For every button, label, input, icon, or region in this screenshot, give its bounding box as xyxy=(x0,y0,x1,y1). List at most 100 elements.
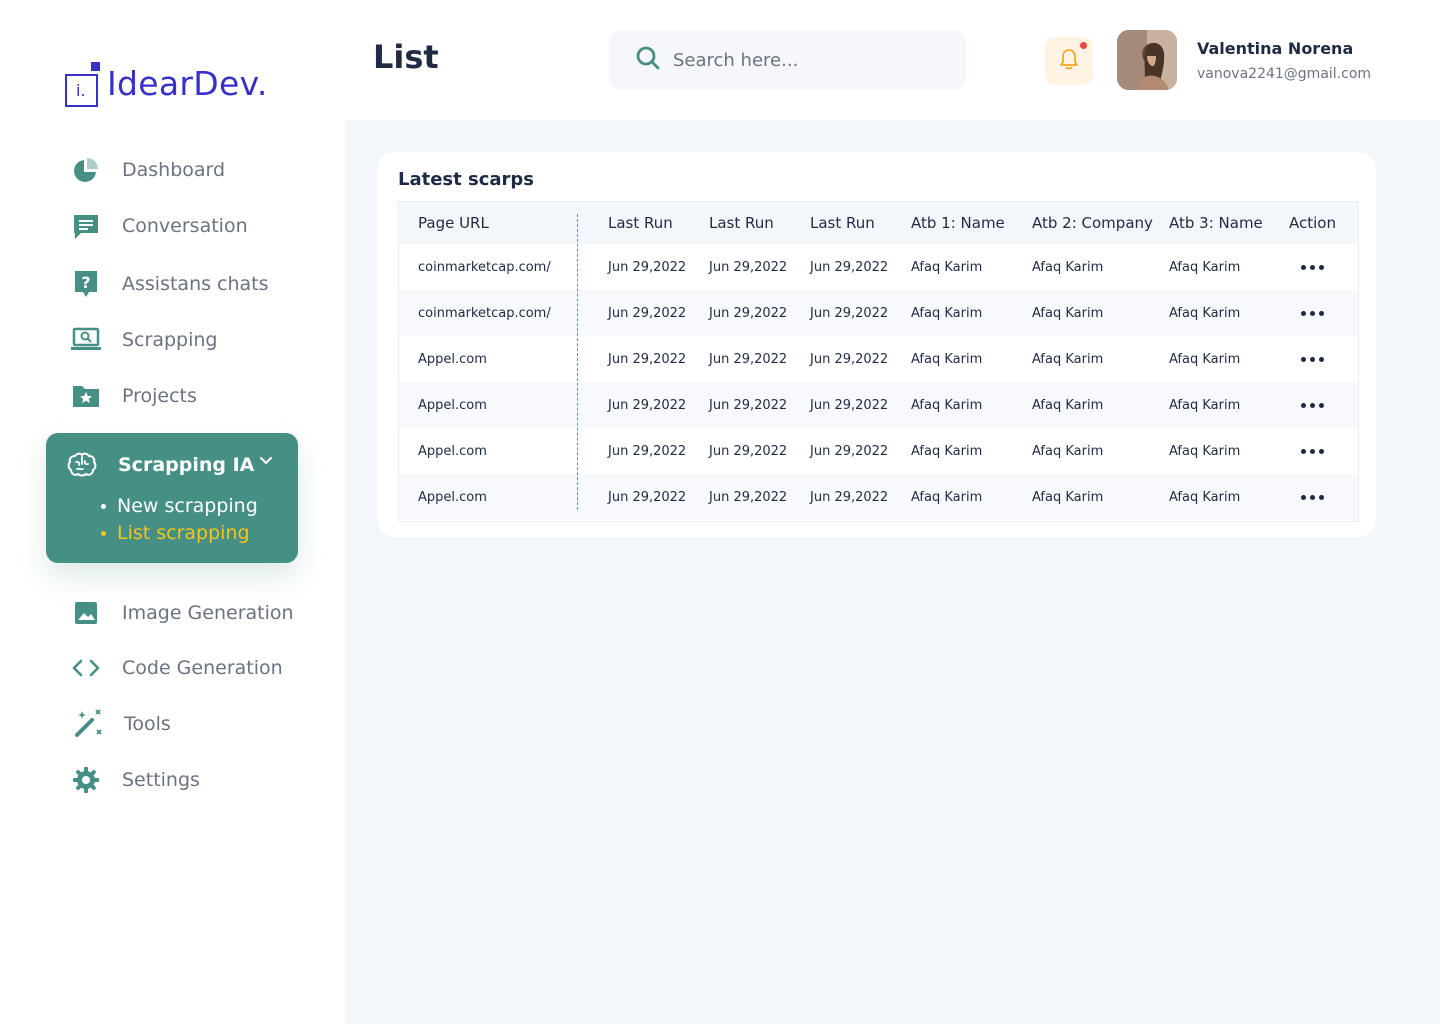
submenu-item-new-scrapping[interactable]: New scrapping xyxy=(101,495,258,517)
table-cell: Afaq Karim xyxy=(911,259,983,275)
sidebar-item-scrapping-ia[interactable]: Scrapping IA xyxy=(66,449,272,481)
more-horizontal-icon[interactable] xyxy=(1301,310,1324,316)
sidebar-item-label: Settings xyxy=(122,769,200,791)
table-cell: Afaq Karim xyxy=(1169,259,1241,275)
table-header-row: Page URL Last Run Last Run Last Run Atb … xyxy=(399,202,1358,244)
sidebar-item-image-generation[interactable]: Image Generation xyxy=(70,597,294,629)
table-cell: Jun 29,2022 xyxy=(608,443,687,459)
column-header: Action xyxy=(1289,214,1336,232)
row-action-cell xyxy=(1301,336,1324,382)
chat-icon xyxy=(70,210,102,242)
sidebar-item-label: Assistans chats xyxy=(122,273,269,295)
page-url-cell[interactable]: Appel.com xyxy=(418,474,487,520)
chevron-down-icon[interactable] xyxy=(258,453,274,473)
bullet-icon xyxy=(101,503,106,509)
table-cell: Jun 29,2022 xyxy=(709,305,788,321)
sidebar-item-assistans-chats[interactable]: ? Assistans chats xyxy=(70,268,269,300)
table-cell: Afaq Karim xyxy=(1032,489,1104,505)
more-horizontal-icon[interactable] xyxy=(1301,448,1324,454)
sidebar-item-label: Conversation xyxy=(122,215,248,237)
latest-scraps-card: Latest scarps Page URL Last Run Last Run… xyxy=(377,152,1376,537)
column-header: Last Run xyxy=(810,214,875,232)
scraps-table: Page URL Last Run Last Run Last Run Atb … xyxy=(398,201,1359,522)
sidebar-item-projects[interactable]: Projects xyxy=(70,380,197,412)
pie-chart-icon xyxy=(70,154,102,186)
table-cell: Jun 29,2022 xyxy=(709,259,788,275)
sidebar-item-scrapping[interactable]: Scrapping xyxy=(70,324,217,356)
notification-badge xyxy=(1080,42,1087,49)
bullet-icon xyxy=(101,530,106,536)
sidebar-item-label: Dashboard xyxy=(122,159,226,181)
table-cell: Jun 29,2022 xyxy=(810,351,889,367)
column-header: Last Run xyxy=(608,214,673,232)
more-horizontal-icon[interactable] xyxy=(1301,264,1324,270)
table-cell: Jun 29,2022 xyxy=(709,443,788,459)
column-header: Atb 1: Name xyxy=(911,214,1005,232)
column-divider xyxy=(577,214,578,510)
sidebar-item-label: Image Generation xyxy=(122,602,294,624)
sidebar-item-label: Code Generation xyxy=(122,657,283,679)
table-cell: Jun 29,2022 xyxy=(709,397,788,413)
table-cell: Jun 29,2022 xyxy=(810,489,889,505)
logo-mark-icon: i. xyxy=(64,62,100,107)
table-cell: Afaq Karim xyxy=(1032,305,1104,321)
image-icon xyxy=(70,597,102,629)
row-action-cell xyxy=(1301,382,1324,428)
table-cell: Afaq Karim xyxy=(911,305,983,321)
table-row[interactable]: Appel.com Jun 29,2022 Jun 29,2022 Jun 29,20… xyxy=(399,336,1358,382)
brand-name: IdearDev. xyxy=(107,64,268,103)
submenu-item-list-scrapping[interactable]: List scrapping xyxy=(101,522,250,544)
table-row[interactable]: Appel.com Jun 29,2022 Jun 29,2022 Jun 29,20… xyxy=(399,474,1358,520)
table-cell: Afaq Karim xyxy=(911,489,983,505)
page-url-cell[interactable]: coinmarketcap.com/ xyxy=(418,290,551,336)
page-url-cell[interactable]: Appel.com xyxy=(418,428,487,474)
sidebar-item-dashboard[interactable]: Dashboard xyxy=(70,154,225,186)
table-cell: Afaq Karim xyxy=(1169,351,1241,367)
more-horizontal-icon[interactable] xyxy=(1301,356,1324,362)
sidebar-item-tools[interactable]: Tools xyxy=(70,708,171,740)
table-cell: Jun 29,2022 xyxy=(608,259,687,275)
sidebar-item-settings[interactable]: Settings xyxy=(70,764,200,796)
submenu-item-label: New scrapping xyxy=(117,495,258,517)
table-cell: Jun 29,2022 xyxy=(810,397,889,413)
table-cell: Jun 29,2022 xyxy=(810,443,889,459)
brain-icon xyxy=(66,449,98,481)
table-row[interactable]: Appel.com Jun 29,2022 Jun 29,2022 Jun 29,20… xyxy=(399,382,1358,428)
table-cell: Afaq Karim xyxy=(1032,259,1104,275)
table-cell: Jun 29,2022 xyxy=(709,489,788,505)
sidebar-item-code-generation[interactable]: Code Generation xyxy=(70,652,283,684)
svg-text:?: ? xyxy=(81,273,90,292)
table-cell: Jun 29,2022 xyxy=(608,305,687,321)
table-cell: Afaq Karim xyxy=(1169,397,1241,413)
card-title: Latest scarps xyxy=(398,169,535,190)
code-icon xyxy=(70,652,102,684)
table-cell: Afaq Karim xyxy=(911,351,983,367)
page-url-cell[interactable]: Appel.com xyxy=(418,336,487,382)
table-cell: Afaq Karim xyxy=(1032,397,1104,413)
page-url-cell[interactable]: coinmarketcap.com/ xyxy=(418,244,551,290)
row-action-cell xyxy=(1301,474,1324,520)
table-row[interactable]: coinmarketcap.com/Jun 29,2022 Jun 29,2022… xyxy=(399,290,1358,336)
sidebar-item-conversation[interactable]: Conversation xyxy=(70,210,248,242)
search-input[interactable] xyxy=(673,49,933,71)
more-horizontal-icon[interactable] xyxy=(1301,402,1324,408)
sidebar-item-label: Tools xyxy=(124,713,171,735)
search-bar[interactable] xyxy=(609,30,966,90)
table-cell: Jun 29,2022 xyxy=(709,351,788,367)
bell-icon xyxy=(1058,47,1080,75)
sidebar: i. IdearDev. Dashboard Conversation ? As… xyxy=(0,0,345,1024)
more-horizontal-icon[interactable] xyxy=(1301,494,1324,500)
notifications-button[interactable] xyxy=(1045,37,1093,85)
sidebar-group-scrapping-ia: Scrapping IA New scrapping List scrappin… xyxy=(46,433,298,563)
table-cell: Afaq Karim xyxy=(911,443,983,459)
user-avatar[interactable] xyxy=(1117,30,1177,90)
table-row[interactable]: Appel.com Jun 29,2022 Jun 29,2022 Jun 29,20… xyxy=(399,428,1358,474)
table-cell: Afaq Karim xyxy=(1032,351,1104,367)
user-name: Valentina Norena xyxy=(1197,39,1354,58)
table-cell: Jun 29,2022 xyxy=(810,259,889,275)
table-row[interactable]: coinmarketcap.com/Jun 29,2022 Jun 29,2022… xyxy=(399,244,1358,290)
brand-logo[interactable]: i. IdearDev. xyxy=(64,62,268,107)
table-cell: Jun 29,2022 xyxy=(608,351,687,367)
sidebar-item-label: Projects xyxy=(122,385,197,407)
page-url-cell[interactable]: Appel.com xyxy=(418,382,487,428)
